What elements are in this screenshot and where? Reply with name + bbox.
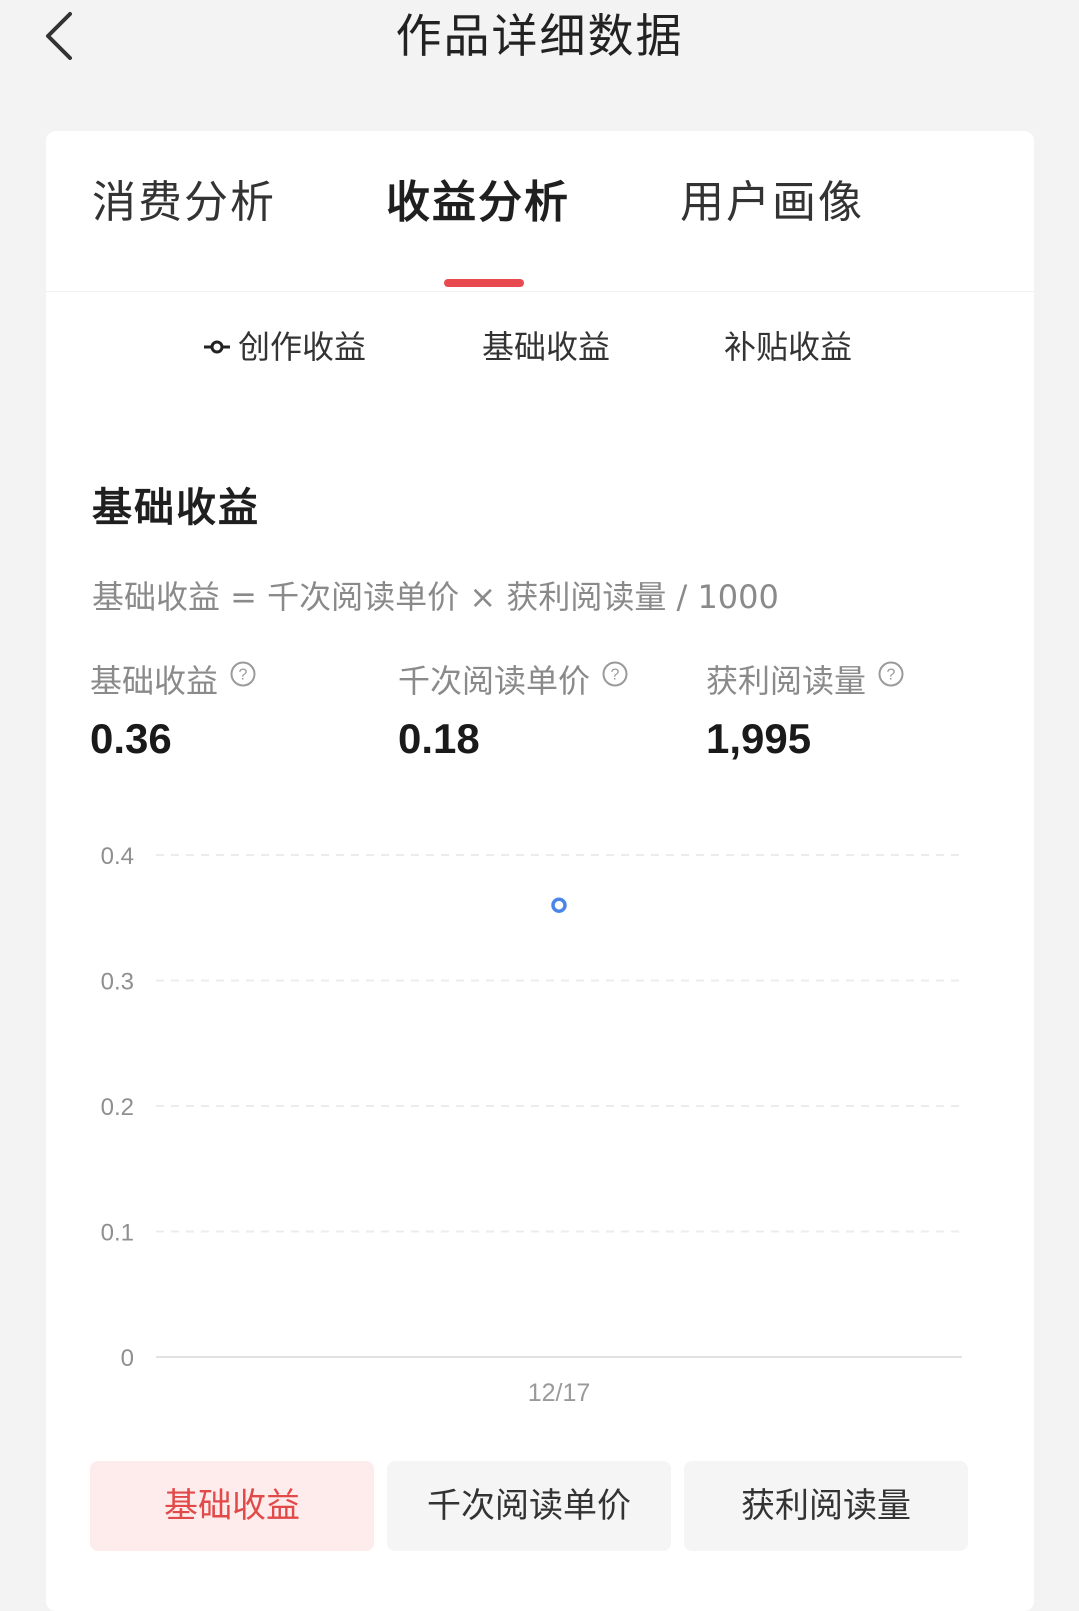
metric-base-revenue: 基础收益? 0.36 [90,659,256,767]
metric-switcher: 基础收益 千次阅读单价 获利阅读量 [90,1461,970,1551]
switch-base-revenue-button[interactable]: 基础收益 [90,1461,374,1551]
metric-value: 0.18 [398,715,480,762]
y-tick-label: 0.1 [101,1220,134,1247]
section-title: 基础收益 [92,485,260,531]
help-icon[interactable]: ? [230,661,256,687]
x-tick-label: 12/17 [528,1379,591,1407]
y-tick-label: 0.4 [101,843,134,870]
tab-consumption-analysis[interactable]: 消费分析 [92,173,276,233]
svg-text:?: ? [239,667,248,684]
tab-user-profile[interactable]: 用户画像 [680,173,864,233]
y-tick-label: 0 [121,1345,134,1372]
switch-cpm-price-button[interactable]: 千次阅读单价 [387,1461,671,1551]
formula-text: 基础收益 = 千次阅读单价 × 获利阅读量 / 1000 [92,578,779,616]
metric-value: 0.36 [90,715,172,762]
revenue-chart: 0.4 0.3 0.2 0.1 0 12/17 [101,843,962,1407]
metric-label: 获利阅读量 [706,662,867,700]
y-tick-label: 0.2 [101,1094,134,1121]
y-tick-label: 0.3 [101,969,134,996]
tab-revenue-analysis[interactable]: 收益分析 [386,173,570,233]
active-tab-indicator [444,279,524,287]
top-bar: 作品详细数据 [0,0,1079,100]
data-point[interactable] [551,897,567,913]
chart-legend: 创作收益 基础收益 补贴收益 [46,317,1034,377]
help-icon[interactable]: ? [602,661,628,687]
metric-label: 千次阅读单价 [398,662,591,700]
line-dot-icon [204,340,230,354]
page-title: 作品详细数据 [395,9,684,63]
help-icon[interactable]: ? [878,661,904,687]
switch-profitable-reads-button[interactable]: 获利阅读量 [684,1461,968,1551]
metric-label: 基础收益 [90,662,219,700]
metric-profitable-reads: 获利阅读量? 1,995 [706,659,904,767]
legend-item-subsidy-revenue[interactable]: 补贴收益 [724,325,852,369]
metric-cpm-price: 千次阅读单价? 0.18 [398,659,628,767]
analysis-card: 消费分析 收益分析 用户画像 创作收益 基础收益 补贴收益 基础收益 基础收益 … [46,131,1034,1611]
svg-text:?: ? [611,667,620,684]
metric-value: 1,995 [706,715,812,762]
legend-item-creation-revenue[interactable]: 创作收益 [238,325,366,369]
legend-item-base-revenue[interactable]: 基础收益 [482,325,610,369]
tab-bar: 消费分析 收益分析 用户画像 [46,131,1034,292]
svg-text:?: ? [887,667,896,684]
